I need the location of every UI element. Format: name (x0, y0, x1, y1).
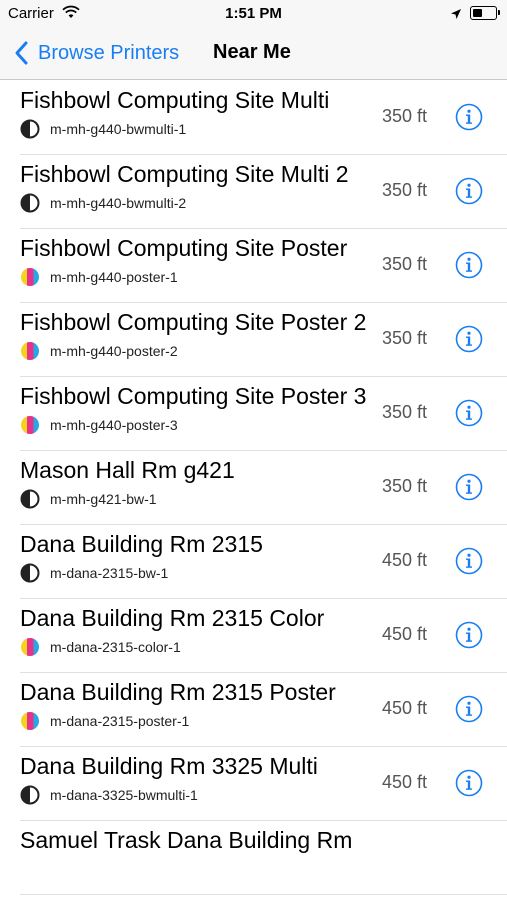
printer-queue: m-mh-g440-bwmulti-1 (20, 119, 186, 139)
printer-queue-label: m-dana-3325-bwmulti-1 (50, 787, 198, 803)
printer-queue-label: m-mh-g440-poster-1 (50, 269, 178, 285)
printer-queue: m-dana-2315-color-1 (20, 637, 181, 657)
info-icon[interactable] (455, 177, 483, 205)
printer-queue-label: m-dana-2315-poster-1 (50, 713, 190, 729)
black-white-icon (20, 119, 40, 139)
navigation-bar: Browse Printers Near Me (0, 28, 507, 80)
battery-icon (470, 6, 500, 20)
printer-queue: m-dana-2315-bw-1 (20, 563, 168, 583)
printer-row[interactable]: Dana Building Rm 3325 Multi m-dana-3325-b… (0, 746, 507, 821)
info-icon[interactable] (455, 695, 483, 723)
printer-name: Fishbowl Computing Site Poster 3 (20, 383, 367, 409)
printer-list: Fishbowl Computing Site Multi m-mh-g440-b… (0, 80, 507, 900)
info-icon[interactable] (455, 547, 483, 575)
black-white-icon (20, 785, 40, 805)
printer-row[interactable]: Dana Building Rm 2315 m-dana-2315-bw-1 450… (0, 524, 507, 599)
printer-row[interactable]: Fishbowl Computing Site Poster 3 m-mh-g44… (0, 376, 507, 451)
color-icon (21, 268, 39, 286)
printer-queue-label: m-dana-2315-bw-1 (50, 565, 169, 581)
printer-queue: m-mh-g440-poster-3 (20, 415, 178, 435)
info-icon[interactable] (455, 103, 483, 131)
black-white-icon (20, 489, 40, 509)
printer-queue: m-dana-3325-bwmulti-1 (20, 785, 198, 805)
printer-name: Dana Building Rm 3325 Multi (20, 753, 318, 779)
color-icon (21, 638, 39, 656)
printer-distance: 450 ft (382, 550, 428, 570)
info-icon[interactable] (455, 251, 483, 279)
printer-queue-label: m-mh-g421-bw-1 (50, 491, 157, 507)
info-icon[interactable] (455, 473, 483, 501)
printer-row[interactable]: Mason Hall Rm g421 m-mh-g421-bw-1 350 ft (0, 450, 507, 525)
info-icon[interactable] (455, 325, 483, 353)
info-icon[interactable] (455, 769, 483, 797)
printer-row[interactable]: Fishbowl Computing Site Multi m-mh-g440-b… (0, 80, 507, 155)
back-button-label: Browse Printers (38, 41, 180, 64)
info-icon[interactable] (455, 399, 483, 427)
printer-name: Mason Hall Rm g421 (20, 457, 235, 483)
printer-row[interactable]: Fishbowl Computing Site Poster 2 m-mh-g44… (0, 302, 507, 377)
printer-distance: 350 ft (382, 254, 428, 274)
color-icon (21, 712, 39, 730)
printer-queue: m-mh-g440-poster-1 (20, 267, 178, 287)
black-white-icon (20, 563, 40, 583)
location-arrow-icon (450, 7, 462, 25)
color-icon (21, 342, 39, 360)
printer-distance: 450 ft (382, 624, 428, 644)
printer-name: Fishbowl Computing Site Multi (20, 87, 330, 113)
printer-name: Dana Building Rm 2315 Poster (20, 679, 336, 705)
status-time: 1:51 PM (225, 5, 282, 22)
printer-distance: 350 ft (382, 106, 428, 126)
printer-queue-label: m-mh-g440-poster-3 (50, 417, 178, 433)
printer-name: Fishbowl Computing Site Multi 2 (20, 161, 349, 187)
printer-queue: m-dana-2315-poster-1 (20, 711, 189, 731)
printer-distance: 350 ft (382, 180, 428, 200)
printer-distance: 350 ft (382, 476, 428, 496)
page-title: Near Me (213, 41, 291, 63)
printer-queue: m-mh-g440-poster-2 (20, 341, 178, 361)
printer-distance: 450 ft (382, 698, 428, 718)
printer-distance: 350 ft (382, 402, 428, 422)
black-white-icon (20, 193, 40, 213)
printer-name: Fishbowl Computing Site Poster 2 (20, 309, 367, 335)
printer-name: Fishbowl Computing Site Poster (20, 235, 348, 261)
status-bar: Carrier 1:51 PM (0, 0, 507, 28)
printer-distance: 450 ft (382, 772, 428, 792)
printer-queue-label: m-dana-2315-color-1 (50, 639, 181, 655)
printer-distance: 350 ft (382, 328, 428, 348)
back-button[interactable]: Browse Printers (12, 38, 179, 68)
info-icon[interactable] (455, 621, 483, 649)
color-icon (21, 416, 39, 434)
row-separator (20, 894, 507, 895)
printer-row[interactable]: Fishbowl Computing Site Multi 2 m-mh-g440… (0, 154, 507, 229)
printer-queue-label: m-mh-g440-bwmulti-1 (50, 121, 187, 137)
printer-row[interactable]: Fishbowl Computing Site Poster m-mh-g440-… (0, 228, 507, 303)
printer-queue: m-mh-g421-bw-1 (20, 489, 157, 509)
printer-queue: m-mh-g440-bwmulti-2 (20, 193, 186, 213)
printer-queue-label: m-mh-g440-poster-2 (50, 343, 178, 359)
printer-queue-label: m-mh-g440-bwmulti-2 (50, 195, 187, 211)
printer-name: Samuel Trask Dana Building Rm (20, 827, 353, 853)
printer-row[interactable]: Samuel Trask Dana Building Rm (0, 820, 507, 895)
printer-name: Dana Building Rm 2315 Color (20, 605, 325, 631)
printer-name: Dana Building Rm 2315 (20, 531, 263, 557)
printer-row[interactable]: Dana Building Rm 2315 Color m-dana-2315-c… (0, 598, 507, 673)
chevron-left-icon (15, 41, 28, 65)
printer-row[interactable]: Dana Building Rm 2315 Poster m-dana-2315-… (0, 672, 507, 747)
